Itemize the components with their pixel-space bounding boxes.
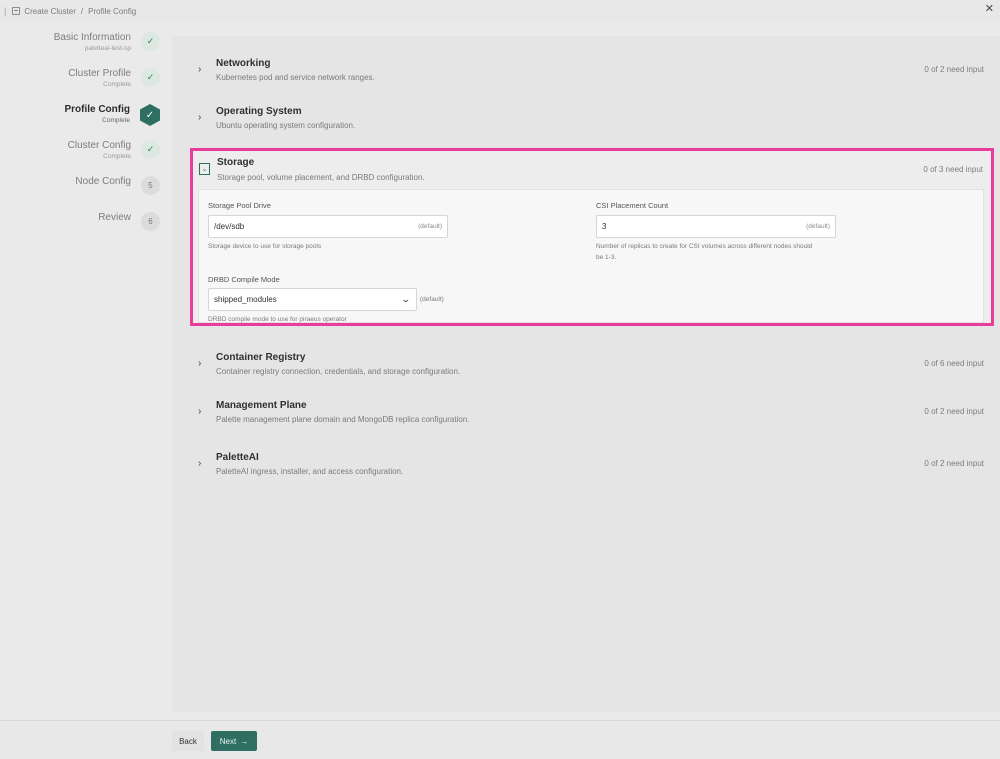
helper-text: Number of replicas to create for CSI vol… xyxy=(596,243,813,250)
next-label: Next xyxy=(219,736,237,746)
wizard-footer: Back Next → xyxy=(0,720,1000,759)
check-icon: ✓ xyxy=(140,104,160,126)
chevron-right-icon: › xyxy=(198,64,202,75)
section-title: Management Plane xyxy=(216,400,307,411)
default-tag: (default) xyxy=(418,223,442,230)
helper-text: DRBD compile mode to use for piraeus ope… xyxy=(208,316,347,323)
section-count: 0 of 6 need input xyxy=(924,359,984,368)
section-desc: PaletteAI ingress, installer, and access… xyxy=(216,467,404,476)
check-icon: ✓ xyxy=(141,140,160,159)
chevron-right-icon: › xyxy=(198,112,202,123)
field-label: Storage Pool Drive xyxy=(208,201,271,210)
drbd-compile-mode-select[interactable]: shipped_modules ⌄ xyxy=(208,288,417,311)
step-name: Cluster Profile xyxy=(68,68,131,79)
csi-placement-count-input[interactable]: 3 (default) xyxy=(596,215,836,238)
step-cluster-config[interactable]: Cluster Config Complete ✓ xyxy=(20,140,160,170)
input-value: /dev/sdb xyxy=(214,222,245,231)
step-name: Profile Config xyxy=(64,104,130,115)
step-name: Cluster Config xyxy=(67,140,131,151)
input-value: 3 xyxy=(602,222,607,231)
next-button[interactable]: Next → xyxy=(211,731,257,751)
section-title: Networking xyxy=(216,58,271,69)
step-node-config[interactable]: Node Config 5 xyxy=(20,176,160,206)
check-icon: ✓ xyxy=(141,68,160,87)
section-desc: Palette management plane domain and Mong… xyxy=(216,415,470,424)
select-value: shipped_modules xyxy=(214,295,277,304)
section-desc: Storage pool, volume placement, and DRBD… xyxy=(217,173,425,182)
back-button[interactable]: Back xyxy=(172,731,204,751)
section-storage: ⌄ Storage Storage pool, volume placement… xyxy=(190,148,994,326)
check-icon: ✓ xyxy=(141,32,160,51)
step-basic-information[interactable]: Basic Information paletteai-test-sp ✓ xyxy=(20,32,160,62)
step-number-badge: 6 xyxy=(141,212,160,231)
step-review[interactable]: Review 6 xyxy=(20,212,160,242)
section-count: 0 of 2 need input xyxy=(924,65,984,74)
storage-pool-drive-input[interactable]: /dev/sdb (default) xyxy=(208,215,448,238)
section-count: 0 of 2 need input xyxy=(924,459,984,468)
cluster-icon xyxy=(12,7,21,15)
step-sub: Complete xyxy=(102,117,130,124)
default-tag: (default) xyxy=(806,223,830,230)
step-profile-config[interactable]: Profile Config Complete ✓ xyxy=(20,104,160,134)
step-number-badge: 5 xyxy=(141,176,160,195)
step-sub: Complete xyxy=(103,81,131,88)
chevron-right-icon: › xyxy=(198,458,202,469)
helper-text: be 1-3. xyxy=(596,254,617,261)
section-container-registry[interactable]: › Container Registry Container registry … xyxy=(194,352,990,376)
main-panel: › Networking Kubernetes pod and service … xyxy=(172,36,1000,712)
breadcrumb-bar: | Create Cluster / Profile Config ✕ xyxy=(0,0,1000,22)
chevron-down-icon[interactable]: ⌄ xyxy=(199,163,210,175)
step-name: Review xyxy=(98,212,131,223)
helper-text: Storage device to use for storage pools xyxy=(208,243,322,250)
step-cluster-profile[interactable]: Cluster Profile Complete ✓ xyxy=(20,68,160,98)
storage-form: Storage Pool Drive /dev/sdb (default) St… xyxy=(198,189,984,323)
field-label: DRBD Compile Mode xyxy=(208,275,280,284)
section-desc: Ubuntu operating system configuration. xyxy=(216,121,356,130)
divider: | xyxy=(4,6,7,16)
section-count: 0 of 3 need input xyxy=(923,165,983,174)
section-title: Storage xyxy=(217,157,255,168)
section-title: Container Registry xyxy=(216,352,306,363)
storage-header[interactable]: ⌄ Storage Storage pool, volume placement… xyxy=(197,155,989,191)
section-paletteai[interactable]: › PaletteAI PaletteAI ingress, installer… xyxy=(194,452,990,476)
section-title: Operating System xyxy=(216,106,302,117)
step-sub: Complete xyxy=(103,153,131,160)
step-name: Basic Information xyxy=(53,32,131,43)
section-operating-system[interactable]: › Operating System Ubuntu operating syst… xyxy=(194,106,990,130)
section-networking[interactable]: › Networking Kubernetes pod and service … xyxy=(194,58,990,82)
arrow-right-icon: → xyxy=(240,736,249,746)
step-sub: paletteai-test-sp xyxy=(84,45,131,52)
section-count: 0 of 2 need input xyxy=(924,407,984,416)
section-desc: Kubernetes pod and service network range… xyxy=(216,73,375,82)
section-title: PaletteAI xyxy=(216,452,259,463)
section-management-plane[interactable]: › Management Plane Palette management pl… xyxy=(194,400,990,424)
chevron-right-icon: › xyxy=(198,358,202,369)
breadcrumb-separator: / xyxy=(80,6,84,16)
close-icon[interactable]: ✕ xyxy=(985,2,994,15)
breadcrumb-current: Profile Config xyxy=(88,6,137,16)
breadcrumb-root[interactable]: Create Cluster xyxy=(24,7,76,16)
step-name: Node Config xyxy=(75,176,131,187)
section-desc: Container registry connection, credentia… xyxy=(216,367,461,376)
default-tag: (default) xyxy=(420,296,444,303)
chevron-down-icon: ⌄ xyxy=(400,294,412,304)
field-label: CSI Placement Count xyxy=(596,201,669,210)
chevron-right-icon: › xyxy=(198,406,202,417)
